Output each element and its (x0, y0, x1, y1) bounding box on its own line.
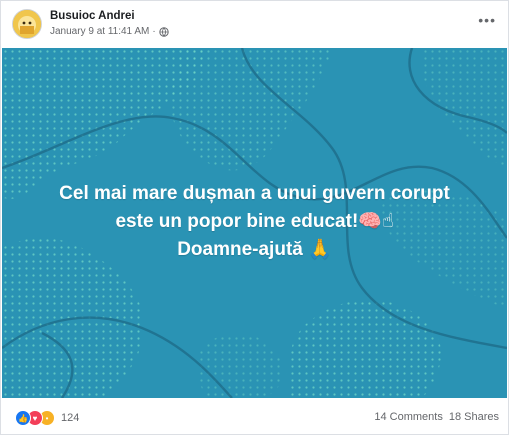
post-text-line: este un popor bine educat!🧠☝ (115, 211, 394, 232)
avatar[interactable] (12, 9, 42, 39)
like-icon: 👍 (15, 410, 31, 426)
post-timestamp[interactable]: January 9 at 11:41 AM (50, 26, 149, 37)
comments-count[interactable]: 14 Comments (374, 411, 442, 423)
post-card: Busuioc Andrei January 9 at 11:41 AM · •… (0, 0, 509, 435)
post-meta: January 9 at 11:41 AM · (50, 26, 169, 37)
avatar-image (13, 10, 41, 38)
globe-icon[interactable] (158, 26, 169, 37)
post-footer: 👍 ♥ • 124 14 Comments 18 Shares (1, 399, 508, 434)
post-background-image: Cel mai mare dușman a unui guvern corupt… (2, 48, 507, 398)
shares-count[interactable]: 18 Shares (449, 411, 499, 423)
author-name[interactable]: Busuioc Andrei (50, 10, 135, 22)
post-text-line: Doamne-ajută 🙏 (177, 239, 332, 260)
reaction-count[interactable]: 124 (61, 412, 79, 424)
engagement-counts: 14 Comments 18 Shares (374, 411, 499, 423)
post-text: Cel mai mare dușman a unui guvern corupt… (2, 180, 507, 264)
more-options-icon[interactable]: ••• (478, 13, 496, 27)
reactions-summary[interactable]: 👍 ♥ • 124 (15, 410, 79, 426)
meta-separator: · (152, 26, 156, 37)
post-text-line: Cel mai mare dușman a unui guvern corupt (59, 183, 450, 204)
post-header: Busuioc Andrei January 9 at 11:41 AM · •… (1, 1, 508, 47)
